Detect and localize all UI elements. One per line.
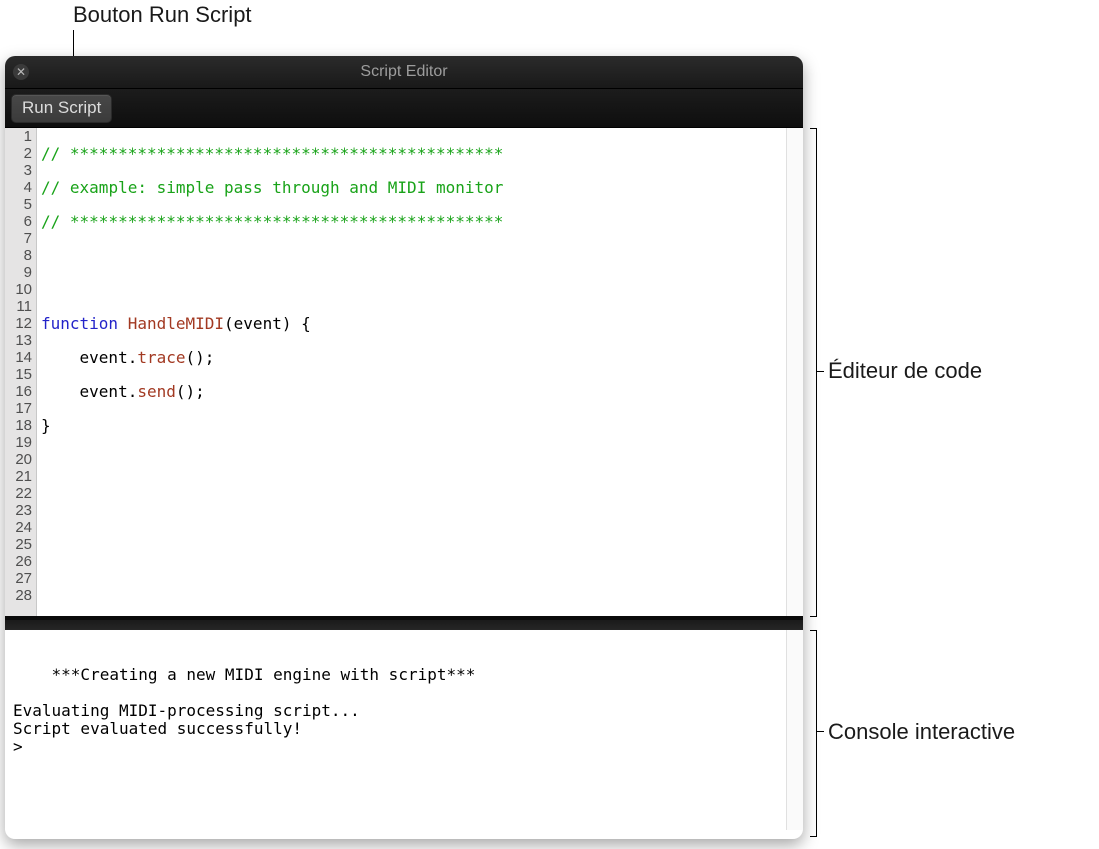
titlebar[interactable]: ✕ Script Editor	[5, 56, 803, 89]
console-panel[interactable]: ***Creating a new MIDI engine with scrip…	[5, 630, 803, 830]
code-editor[interactable]: 1234567891011121314151617181920212223242…	[5, 128, 803, 620]
code-line: event.trace();	[41, 349, 799, 366]
console-scrollbar[interactable]	[786, 630, 803, 830]
callout-console: Console interactive	[828, 719, 1015, 745]
code-line	[41, 247, 799, 264]
callout-bracket-editor	[810, 128, 817, 617]
callout-run-script: Bouton Run Script	[73, 2, 252, 28]
code-line: // *************************************…	[41, 145, 799, 162]
code-line: event.send();	[41, 383, 799, 400]
code-line: function HandleMIDI(event) {	[41, 315, 799, 332]
console-output: ***Creating a new MIDI engine with scrip…	[13, 665, 475, 756]
callout-line-console	[816, 731, 824, 732]
close-icon[interactable]: ✕	[13, 64, 29, 80]
callout-code-editor: Éditeur de code	[828, 358, 982, 384]
panel-separator[interactable]	[5, 620, 803, 630]
callout-bracket-console	[810, 630, 817, 837]
editor-scrollbar[interactable]	[786, 128, 803, 616]
code-line: // example: simple pass through and MIDI…	[41, 179, 799, 196]
line-number-gutter: 1234567891011121314151617181920212223242…	[5, 128, 37, 616]
window-title: Script Editor	[360, 63, 447, 81]
toolbar: Run Script	[5, 89, 803, 128]
code-area[interactable]: // *************************************…	[37, 128, 803, 616]
code-line	[41, 281, 799, 298]
code-line: // *************************************…	[41, 213, 799, 230]
callout-line-editor	[816, 371, 824, 372]
run-script-label: Run Script	[22, 98, 101, 118]
script-editor-window: ✕ Script Editor Run Script 1234567891011…	[5, 56, 803, 839]
run-script-button[interactable]: Run Script	[11, 94, 112, 123]
code-line: }	[41, 417, 799, 434]
close-glyph: ✕	[16, 66, 26, 78]
